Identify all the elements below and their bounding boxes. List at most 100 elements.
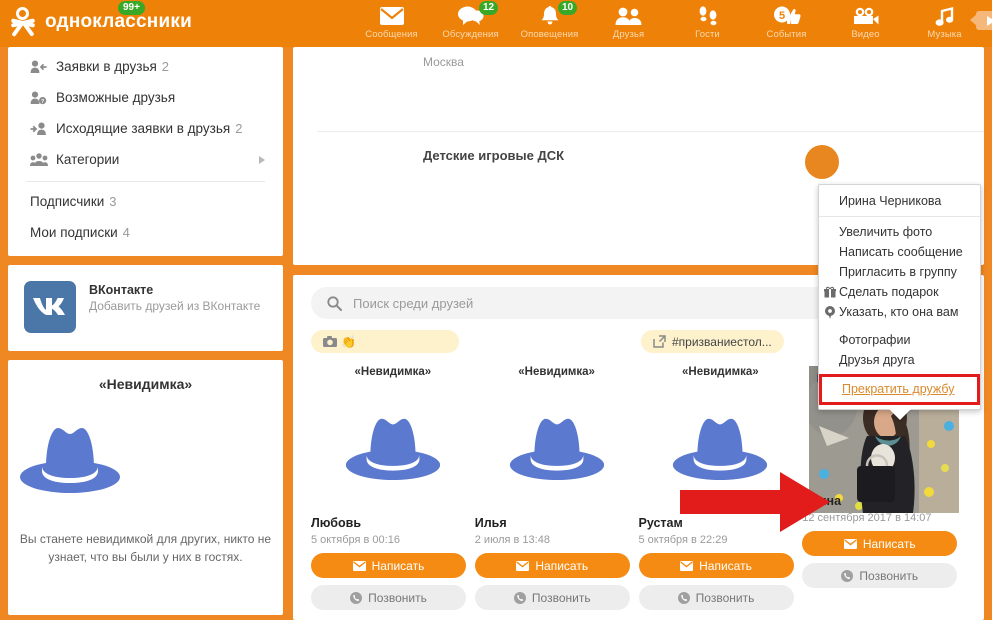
write-button-label: Написать <box>862 536 916 551</box>
nav-badge: 10 <box>558 1 578 15</box>
sidebar-item-label: Категории <box>56 152 120 167</box>
user-question-icon: ? <box>30 91 56 105</box>
menu-item-unfriend[interactable]: Прекратить дружбу <box>822 382 977 396</box>
nav-events[interactable]: 5 События <box>747 0 826 47</box>
dropdown-caret-icon <box>889 409 911 420</box>
phone-icon <box>677 591 690 604</box>
write-button[interactable]: Написать <box>638 553 794 578</box>
menu-item-label: Сделать подарок <box>839 285 939 299</box>
invisible-note: Вы станете невидимкой для других, никто … <box>19 532 272 564</box>
profile-city: Москва <box>423 55 464 69</box>
envelope-icon <box>379 4 404 28</box>
sidebar-item-my-subscriptions[interactable]: Мои подписки 4 <box>8 217 283 248</box>
play-icon[interactable] <box>970 11 992 30</box>
friend-date: 5 октября в 00:16 <box>311 534 400 546</box>
call-button-label: Позвонить <box>859 568 919 583</box>
write-button[interactable]: Написать <box>311 553 466 578</box>
envelope-icon <box>680 560 694 571</box>
sidebar-item-count: 2 <box>161 59 170 74</box>
group-avatar[interactable] <box>805 145 839 179</box>
header-nav: Сообщения Обсуждения 12 Оповещения 10 Др… <box>352 0 992 47</box>
vk-subtitle: Добавить друзей из ВКонтакте <box>89 299 261 313</box>
call-button-label: Позвонить <box>368 590 427 605</box>
nav-guests[interactable]: Гости <box>668 0 747 47</box>
envelope-icon <box>516 560 530 571</box>
vk-import-card[interactable]: ВКонтакте Добавить друзей из ВКонтакте <box>8 265 283 351</box>
menu-item-send-gift[interactable]: Сделать подарок <box>819 282 980 302</box>
write-button[interactable]: Написать <box>802 531 958 556</box>
video-camera-icon <box>852 4 879 28</box>
menu-divider <box>26 181 265 182</box>
nav-friends[interactable]: Друзья <box>589 0 668 47</box>
write-button-label: Написать <box>535 558 589 573</box>
nav-label: События <box>766 29 807 40</box>
menu-item-photos[interactable]: Фотографии <box>819 330 980 350</box>
write-button[interactable]: Написать <box>474 553 630 578</box>
search-icon <box>327 295 342 311</box>
tag-chip-emoji: 👏 <box>341 334 356 349</box>
menu-item-set-relation[interactable]: Указать, кто она вам <box>819 302 980 322</box>
sidebar-item-count: 3 <box>109 194 117 209</box>
chevron-right-icon <box>259 155 265 164</box>
friend-name[interactable]: Илья <box>475 516 639 530</box>
users-group-icon <box>30 152 56 167</box>
menu-item-enlarge-photo[interactable]: Увеличить фото <box>819 222 980 242</box>
menu-item-friends-of-friend[interactable]: Друзья друга <box>819 350 980 370</box>
fedora-hat-icon[interactable] <box>475 388 639 508</box>
sidebar-item-count: 2 <box>235 121 243 136</box>
sidebar-item-friend-requests[interactable]: Заявки в друзья 2 <box>8 51 283 82</box>
nav-discussions[interactable]: Обсуждения 12 <box>431 0 510 47</box>
invisible-badge: «Невидимка» <box>518 366 595 378</box>
nav-notifications[interactable]: Оповещения 10 <box>510 0 589 47</box>
sidebar-item-possible-friends[interactable]: ? Возможные друзья <box>8 82 283 113</box>
left-sidebar: Заявки в друзья 2 ? Возможные друзья Исх… <box>8 47 283 620</box>
nav-messages[interactable]: Сообщения <box>352 0 431 47</box>
nav-video[interactable]: Видео <box>826 0 905 47</box>
menu-divider <box>819 216 980 217</box>
group-title[interactable]: Детские игровые ДСК <box>423 148 564 163</box>
vk-title: ВКонтакте <box>89 283 154 297</box>
sidebar-item-subscribers[interactable]: Подписчики 3 <box>8 186 283 217</box>
invisible-badge: «Невидимка» <box>682 366 759 378</box>
sidebar-item-label: Исходящие заявки в друзья <box>56 121 231 136</box>
call-button[interactable]: Позвонить <box>802 563 958 588</box>
phone-icon <box>350 591 363 604</box>
friend-date: 5 октября в 22:29 <box>638 534 728 546</box>
menu-item-label: Написать сообщение <box>839 245 963 259</box>
call-button[interactable]: Позвонить <box>474 585 630 610</box>
call-button[interactable]: Позвонить <box>311 585 466 610</box>
invisible-title: «Невидимка» <box>98 376 193 392</box>
sidebar-item-label: Заявки в друзья <box>56 59 157 74</box>
sidebar-item-categories[interactable]: Категории <box>8 144 283 175</box>
annotation-arrow <box>680 472 830 532</box>
envelope-icon <box>843 538 857 549</box>
friend-date: 2 июля в 13:48 <box>474 534 550 546</box>
page-root: одноклассники 99+ Сообщения Обсуждения 1… <box>0 0 992 620</box>
footprints-icon <box>697 4 719 28</box>
nav-label: Друзья <box>612 29 645 40</box>
call-button[interactable]: Позвонить <box>638 585 794 610</box>
tag-chip-hashtag[interactable]: #призваниестол... <box>641 330 784 353</box>
section-divider <box>317 131 984 132</box>
friend-name[interactable]: Любовь <box>311 516 475 530</box>
menu-item-invite-to-group[interactable]: Пригласить в группу <box>819 262 980 282</box>
menu-item-write-message[interactable]: Написать сообщение <box>819 242 980 262</box>
nav-label: Сообщения <box>365 29 418 40</box>
fedora-hat-icon <box>18 422 273 496</box>
vk-text: ВКонтакте Добавить друзей из ВКонтакте <box>89 281 260 314</box>
gift-icon <box>822 286 837 298</box>
menu-item-label: Друзья друга <box>839 353 915 367</box>
music-note-icon <box>935 4 955 28</box>
menu-item-label: Увеличить фото <box>839 225 933 239</box>
sidebar-item-label: Возможные друзья <box>56 90 176 105</box>
menu-item-label: Фотографии <box>839 333 911 347</box>
write-button-label: Написать <box>699 558 752 573</box>
logo-notification-badge: 99+ <box>118 1 145 15</box>
site-logo[interactable]: одноклассники 99+ <box>0 0 192 37</box>
invisible-promo-card[interactable]: «Невидимка» Вы станете невидимкой для др… <box>8 360 283 615</box>
nav-music[interactable]: Музыка <box>905 0 992 47</box>
tag-chip-photo[interactable]: 👏 <box>311 330 459 353</box>
fedora-hat-icon[interactable] <box>311 388 475 508</box>
nav-label: Обсуждения <box>442 29 499 40</box>
sidebar-item-outgoing-requests[interactable]: Исходящие заявки в друзья 2 <box>8 113 283 144</box>
